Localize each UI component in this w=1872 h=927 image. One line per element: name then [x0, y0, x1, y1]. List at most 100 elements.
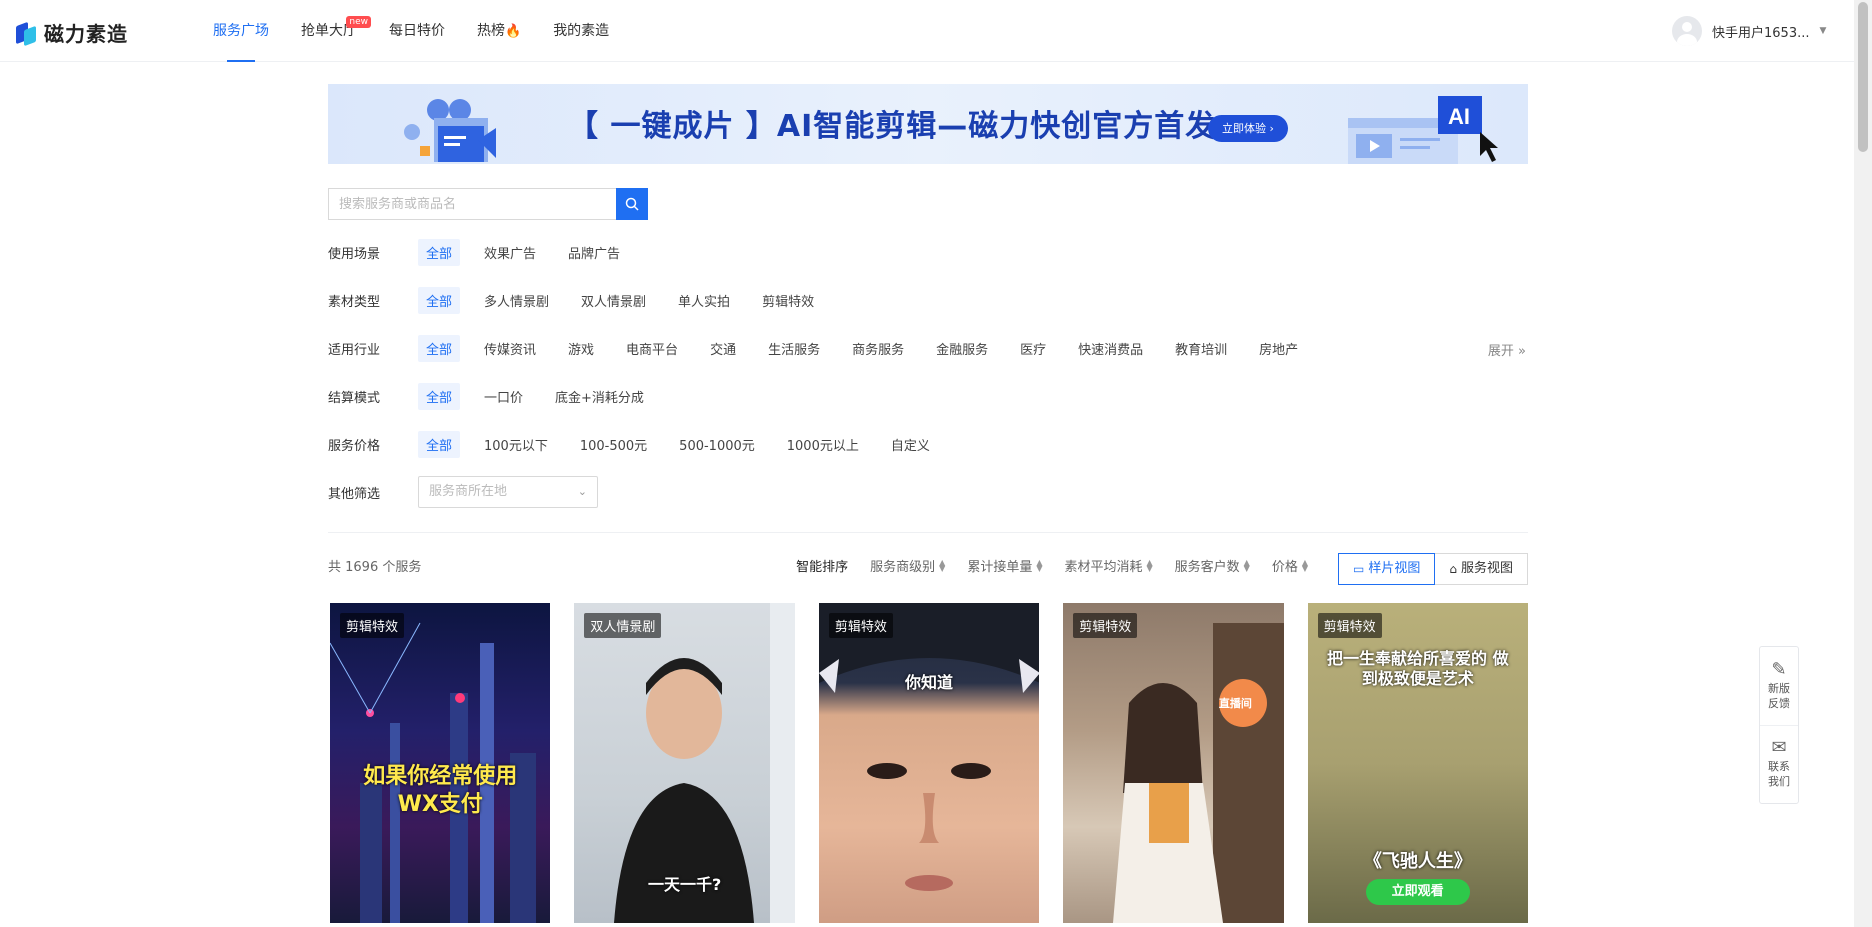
sort-label: 服务客户数 — [1174, 560, 1240, 575]
sample-card[interactable]: 剪辑特效 把一生奉献给所喜爱的 做到极致便是艺术 《飞驰人生》 立即观看 — [1307, 603, 1529, 923]
ai-editor-illustration: AI — [1348, 96, 1498, 164]
promo-banner[interactable]: 【 一键成片 】AI智能剪辑—磁力快创官方首发 立即体验 › AI — [328, 84, 1528, 164]
sample-card[interactable]: 剪辑特效 你知道 — [818, 603, 1040, 923]
filter-option[interactable]: 全部 — [418, 382, 461, 410]
sample-view-button[interactable]: ▭ 样片视图 — [1338, 553, 1436, 585]
filter-option[interactable]: 金融服务 — [928, 335, 996, 362]
filter-option[interactable]: 多人情景剧 — [476, 287, 557, 314]
sort-price[interactable]: 价格 ▲ ▼ — [1272, 556, 1308, 575]
card-tag: 剪辑特效 — [340, 613, 405, 638]
nav-label: 热榜 — [477, 23, 505, 39]
filter-option[interactable]: 全部 — [418, 430, 461, 458]
filter-option[interactable]: 全部 — [418, 334, 461, 362]
filter-price: 服务价格 全部 100元以下 100-500元 500-1000元 1000元以… — [328, 420, 1528, 468]
view-toggle: ▭ 样片视图 ⌂ 服务视图 — [1338, 553, 1528, 585]
brand-name: 磁力素造 — [44, 22, 128, 46]
filter-option[interactable]: 医疗 — [1012, 335, 1054, 362]
sort-orders[interactable]: 累计接单量 ▲ ▼ — [967, 556, 1042, 575]
card-tag: 剪辑特效 — [828, 613, 893, 638]
filter-material: 素材类型 全部 多人情景剧 双人情景剧 单人实拍 剪辑特效 — [328, 276, 1528, 324]
filter-option[interactable]: 100元以下 — [476, 431, 556, 458]
contact-button[interactable]: ✉ 联系我们 — [1760, 725, 1798, 803]
logo[interactable]: 磁力素造 — [16, 18, 128, 47]
filter-option[interactable]: 房地产 — [1251, 335, 1306, 362]
card-subtitle: 《飞驰人生》 — [1363, 851, 1472, 872]
sample-card[interactable]: 双人情景剧 一天一千? — [574, 603, 795, 923]
filter-option[interactable]: 快速消费品 — [1070, 335, 1151, 362]
sort-arrows-icon: ▲ ▼ — [1243, 557, 1250, 573]
filter-option[interactable]: 自定义 — [883, 431, 938, 458]
sort-level[interactable]: 服务商级别 ▲ ▼ — [870, 556, 945, 575]
chevron-down-icon: ⌄ — [577, 485, 587, 498]
banner-headline: 【 一键成片 】AI智能剪辑—磁力快创官方首发 — [568, 109, 1217, 144]
nav-label: 服务广场 — [213, 23, 269, 39]
filter-option[interactable]: 全部 — [418, 286, 461, 314]
sort-smart[interactable]: 智能排序 — [796, 556, 848, 575]
try-now-button[interactable]: 立即体验 › — [1208, 115, 1288, 142]
search-input[interactable] — [328, 188, 616, 220]
filter-option[interactable]: 商务服务 — [844, 335, 912, 362]
filter-option[interactable]: 底金+消耗分成 — [547, 383, 652, 410]
svg-text:AI: AI — [1448, 104, 1470, 129]
sort-customers[interactable]: 服务客户数 ▲ ▼ — [1175, 556, 1250, 575]
nav-item-daily-deals[interactable]: 每日特价 — [389, 0, 445, 62]
main-content: 【 一键成片 】AI智能剪辑—磁力快创官方首发 立即体验 › AI 使用场景 全… — [328, 84, 1529, 923]
search-button[interactable] — [616, 188, 648, 220]
filter-option[interactable]: 效果广告 — [476, 239, 544, 266]
watch-now-button[interactable]: 立即观看 — [1365, 879, 1470, 905]
filter-option[interactable]: 生活服务 — [760, 335, 828, 362]
sort-consumption[interactable]: 素材平均消耗 ▲ ▼ — [1064, 556, 1152, 575]
nav-item-hot-list[interactable]: 热榜🔥 — [477, 0, 521, 62]
filter-option[interactable]: 500-1000元 — [671, 431, 763, 458]
filter-option[interactable]: 剪辑特效 — [754, 287, 822, 314]
filter-option[interactable]: 单人实拍 — [670, 287, 738, 314]
filter-option[interactable]: 电商平台 — [618, 335, 686, 362]
expand-button[interactable]: 展开 » — [1488, 340, 1526, 359]
filter-option[interactable]: 一口价 — [476, 383, 531, 410]
filter-option[interactable]: 游戏 — [560, 335, 602, 362]
nav-item-order-hall[interactable]: 抢单大厅 new — [301, 0, 371, 62]
filter-label: 素材类型 — [328, 294, 381, 310]
video-editor-illustration — [404, 99, 496, 162]
sample-card[interactable]: 剪辑特效 直播间 — [1063, 603, 1284, 923]
filter-label: 适用行业 — [328, 342, 381, 358]
caret-down-icon: ▼ — [1819, 26, 1827, 36]
filter-option[interactable]: 教育培训 — [1167, 335, 1235, 362]
card-caption: 如果你经常使用 WX支付 — [363, 764, 518, 817]
card-tag: 双人情景剧 — [584, 613, 662, 638]
sort-label: 累计接单量 — [967, 560, 1033, 575]
fire-icon: 🔥 — [505, 24, 522, 39]
filter-option[interactable]: 1000元以上 — [779, 431, 867, 458]
nav-item-my-suzao[interactable]: 我的素造 — [553, 0, 609, 62]
card-tag: 剪辑特效 — [1317, 613, 1382, 638]
sort-label: 价格 — [1271, 560, 1298, 575]
top-nav: 磁力素造 服务广场 抢单大厅 new 每日特价 热榜🔥 我的素造 快手用户1653… — [0, 0, 1854, 62]
filter-option[interactable]: 双人情景剧 — [573, 287, 654, 314]
scrollbar-thumb[interactable] — [1858, 2, 1868, 152]
location-select[interactable]: 服务商所在地 ⌄ — [418, 476, 598, 508]
filter-option[interactable]: 全部 — [418, 238, 461, 266]
filter-option[interactable]: 传媒资讯 — [476, 335, 544, 362]
filter-scene: 使用场景 全部 效果广告 品牌广告 — [328, 228, 1528, 276]
feedback-button[interactable]: ✎ 新版反馈 — [1760, 647, 1798, 725]
service-view-button[interactable]: ⌂ 服务视图 — [1435, 553, 1528, 585]
card-caption: 把一生奉献给所喜爱的 做到极致便是艺术 — [1327, 649, 1509, 688]
nav-label: 我的素造 — [553, 23, 610, 39]
sort-label: 素材平均消耗 — [1064, 560, 1143, 575]
card-caption: 你知道 — [905, 673, 954, 692]
sort-arrows-icon: ▲ ▼ — [1036, 557, 1043, 573]
contact-label: 联系我们 — [1768, 760, 1790, 788]
search-bar — [328, 188, 648, 220]
nav-item-service-plaza[interactable]: 服务广场 — [213, 0, 269, 62]
main-nav: 服务广场 抢单大厅 new 每日特价 热榜🔥 我的素造 — [213, 0, 641, 62]
filter-option[interactable]: 100-500元 — [572, 431, 655, 458]
filter-industry: 适用行业 全部 传媒资讯 游戏 电商平台 交通 生活服务 商务服务 金融服务 医… — [328, 324, 1528, 372]
filter-option[interactable]: 交通 — [702, 335, 744, 362]
sample-grid: 剪辑特效 如果你经常使用 WX支付 双人情景剧 一天一千? 剪辑特效 你知道 剪… — [328, 603, 1529, 923]
nav-label: 每日特价 — [389, 23, 445, 39]
user-menu[interactable]: 快手用户1653... ▼ — [1672, 16, 1826, 46]
scrollbar[interactable] — [1854, 0, 1872, 927]
filter-option[interactable]: 品牌广告 — [560, 239, 628, 266]
new-badge: new — [346, 16, 371, 28]
sample-card[interactable]: 剪辑特效 如果你经常使用 WX支付 — [330, 603, 551, 923]
